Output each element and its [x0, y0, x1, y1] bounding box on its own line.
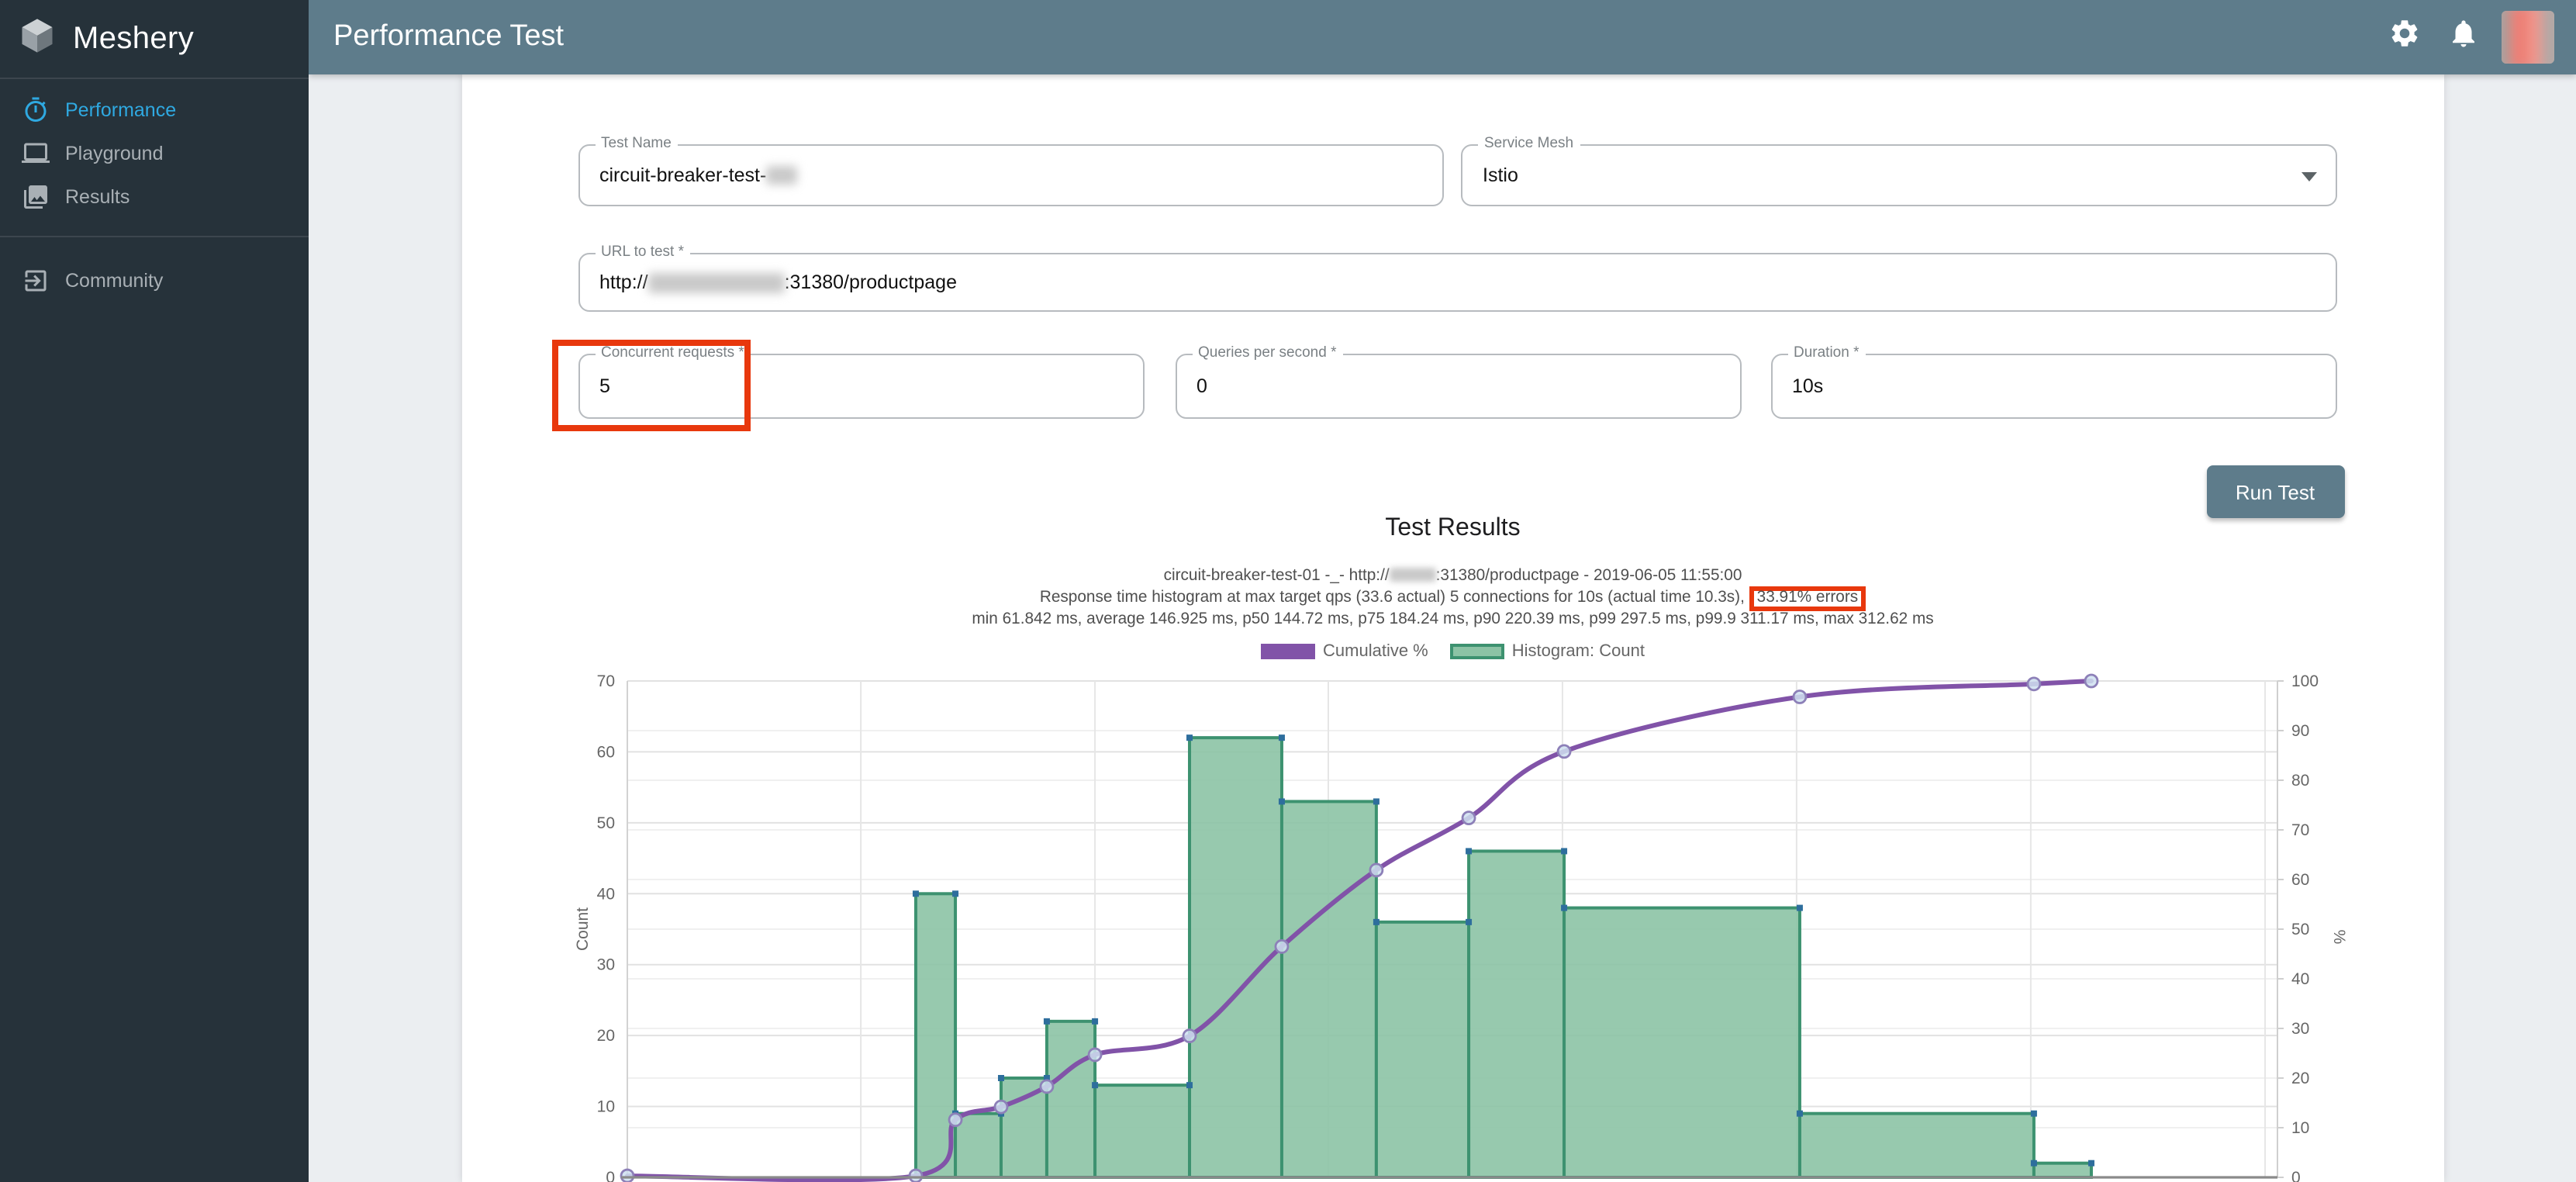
- sidebar-item-results[interactable]: Results: [0, 175, 309, 219]
- notifications-button[interactable]: [2444, 19, 2481, 56]
- chart-title-line1: circuit-breaker-test-01 -_- http://:3138…: [461, 568, 2444, 586]
- svg-text:30: 30: [2291, 1020, 2308, 1038]
- queries-per-second-field[interactable]: Queries per second * 0: [1175, 354, 1741, 419]
- run-test-button[interactable]: Run Test: [2206, 465, 2344, 518]
- results-gallery-icon: [22, 183, 50, 211]
- page-title: Performance Test: [309, 20, 2385, 54]
- settings-button[interactable]: [2385, 19, 2422, 56]
- legend-item-cumulative[interactable]: Cumulative %: [1261, 642, 1428, 661]
- test-results-heading: Test Results: [461, 515, 2444, 543]
- meshery-logo-icon: [17, 15, 57, 63]
- test-name-value: circuit-breaker-test-: [599, 164, 766, 186]
- errors-annotation: 33.91% errors: [1749, 586, 1866, 610]
- redacted-text: [648, 272, 785, 292]
- concurrent-requests-value: 5: [599, 355, 1099, 417]
- sidebar-nav: Performance Playground Results Community: [0, 79, 309, 302]
- chart-canvas: 0 10 20 30 40 50 60 70 0 10 20 30 40 50 60 70 80 90 100 Cou…: [565, 670, 2349, 1182]
- app-window: Meshery Performance Playground Results: [0, 0, 2576, 1182]
- svg-text:80: 80: [2291, 772, 2308, 790]
- sidebar: Meshery Performance Playground Results: [0, 0, 309, 1182]
- duration-value: 10s: [1792, 355, 2291, 417]
- svg-text:Count: Count: [573, 907, 591, 951]
- sidebar-item-label: Results: [65, 186, 129, 208]
- performance-test-card: Test Name circuit-breaker-test- Service …: [461, 74, 2444, 1182]
- histogram-chart[interactable]: 0 10 20 30 40 50 60 70 0 10 20 30 40 50 60 70 80 90 100 Cou…: [565, 670, 2349, 1182]
- svg-text:60: 60: [2291, 871, 2308, 889]
- svg-text:0: 0: [605, 1169, 614, 1182]
- svg-text:100: 100: [2291, 672, 2318, 690]
- topbar-actions: [2385, 11, 2576, 64]
- cumulative-swatch-icon: [1261, 644, 1315, 660]
- service-mesh-value: Istio: [1483, 146, 2291, 205]
- svg-text:90: 90: [2291, 722, 2308, 740]
- sidebar-item-label: Performance: [65, 99, 176, 121]
- svg-text:50: 50: [2291, 921, 2308, 938]
- svg-text:30: 30: [596, 956, 614, 974]
- url-value-suffix: :31380/productpage: [785, 271, 957, 293]
- brand-title: Meshery: [73, 21, 194, 57]
- svg-text:10: 10: [2291, 1119, 2308, 1137]
- sidebar-item-label: Community: [65, 270, 163, 292]
- chevron-down-icon: [2301, 172, 2316, 181]
- stopwatch-icon: [22, 96, 50, 124]
- redacted-text: [766, 166, 797, 185]
- histogram-swatch-icon: [1450, 644, 1504, 660]
- legend-label: Cumulative %: [1323, 642, 1428, 661]
- sidebar-divider: [0, 236, 309, 237]
- svg-text:20: 20: [2291, 1070, 2308, 1087]
- queries-per-second-value: 0: [1196, 355, 1696, 417]
- legend-label: Histogram: Count: [1512, 642, 1645, 661]
- sidebar-item-performance[interactable]: Performance: [0, 88, 309, 132]
- avatar-image: [2502, 11, 2554, 64]
- svg-text:50: 50: [596, 814, 614, 832]
- svg-text:%: %: [2329, 930, 2347, 945]
- main-content: Test Name circuit-breaker-test- Service …: [309, 74, 2576, 1182]
- sidebar-item-community[interactable]: Community: [0, 259, 309, 302]
- user-avatar[interactable]: [2502, 11, 2554, 64]
- chart-title-line3: min 61.842 ms, average 146.925 ms, p50 1…: [461, 610, 2444, 628]
- laptop-icon: [22, 140, 50, 168]
- svg-text:0: 0: [2291, 1169, 2300, 1182]
- legend-item-histogram[interactable]: Histogram: Count: [1450, 642, 1645, 661]
- url-field[interactable]: URL to test * http://:31380/productpage: [578, 253, 2336, 312]
- concurrent-requests-field[interactable]: Concurrent requests * 5: [578, 354, 1144, 419]
- url-value-prefix: http://: [599, 271, 648, 293]
- top-bar: Performance Test: [309, 0, 2576, 74]
- exit-to-app-icon: [22, 267, 50, 295]
- chart-legend: Cumulative % Histogram: Count: [461, 642, 2444, 661]
- svg-text:20: 20: [596, 1027, 614, 1045]
- svg-text:60: 60: [596, 743, 614, 761]
- bell-icon: [2447, 17, 2479, 57]
- chart-title-line2: Response time histogram at max target qp…: [461, 586, 2444, 610]
- sidebar-item-playground[interactable]: Playground: [0, 132, 309, 175]
- test-name-field[interactable]: Test Name circuit-breaker-test-: [578, 144, 1443, 206]
- duration-field[interactable]: Duration * 10s: [1770, 354, 2336, 419]
- svg-text:40: 40: [596, 885, 614, 903]
- svg-text:10: 10: [596, 1098, 614, 1116]
- service-mesh-select[interactable]: Service Mesh Istio: [1461, 144, 2336, 206]
- svg-text:70: 70: [2291, 821, 2308, 839]
- sidebar-item-label: Playground: [65, 143, 164, 164]
- svg-text:40: 40: [2291, 970, 2308, 988]
- brand[interactable]: Meshery: [0, 0, 309, 79]
- svg-text:70: 70: [596, 672, 614, 690]
- chart-title-block: circuit-breaker-test-01 -_- http://:3138…: [461, 568, 2444, 628]
- redacted-text: [1390, 568, 1436, 582]
- gear-icon: [2388, 17, 2420, 57]
